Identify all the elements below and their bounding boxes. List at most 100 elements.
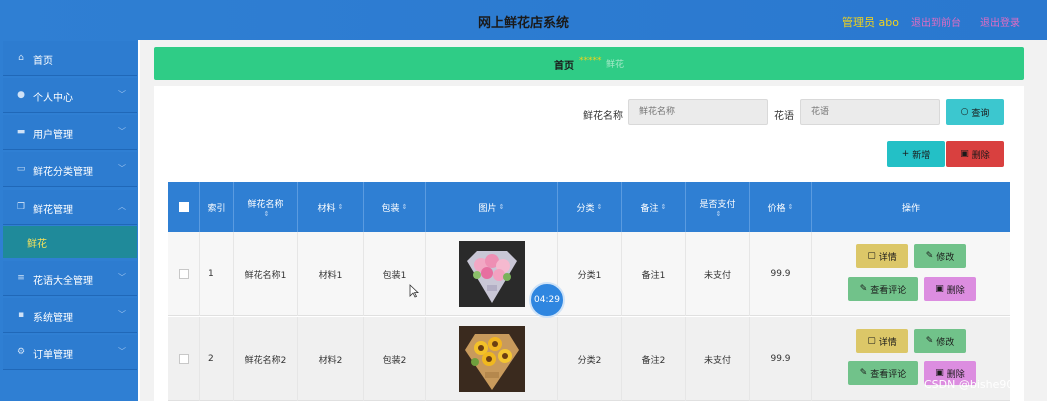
chevron-down-icon: ﹀ [118, 347, 126, 356]
header-note[interactable]: 备注 ⇕ [622, 182, 686, 232]
cell-material: 材料2 [298, 317, 364, 401]
chevron-down-icon: ﹀ [118, 90, 126, 99]
row-checkbox[interactable] [178, 354, 189, 364]
sort-icon: ⇕ [337, 203, 344, 211]
cell-price: 99.9 [750, 317, 812, 401]
flower-language-label: 花语 [774, 111, 794, 122]
header-label: 图片 [478, 203, 497, 214]
sidebar-item-label: 花语大全管理 [33, 276, 93, 287]
breadcrumb-home[interactable]: 首页 [554, 57, 574, 72]
trash-icon: ▣ [935, 368, 944, 378]
flower-bouquet-image-1[interactable] [458, 241, 525, 307]
row-checkbox[interactable] [178, 269, 189, 279]
detail-button[interactable]: ▢ 详情 [856, 244, 908, 268]
header-price[interactable]: 价格 ⇕ [750, 182, 812, 232]
header-label: 分类 [576, 203, 595, 214]
edit-button[interactable]: ✎ 修改 [914, 244, 966, 268]
query-button-label: 查询 [971, 108, 990, 119]
sidebar-item-personal-center[interactable]: ● 个人中心 ﹀ [3, 78, 137, 113]
sidebar-item-home[interactable]: ⌂ 首页 [3, 41, 137, 76]
header-package[interactable]: 包装 ⇕ [364, 182, 426, 232]
delete-button-label: 删除 [971, 150, 990, 161]
cell-actions [812, 232, 1010, 316]
breadcrumb-current: 鲜花 [606, 60, 625, 70]
cell-note: 备注2 [622, 317, 686, 401]
chevron-up-icon: ︿ [118, 202, 126, 211]
pencil-icon: ✎ [925, 336, 934, 346]
edit-button[interactable]: ✎ 修改 [914, 329, 966, 353]
sidebar-subitem-flower[interactable]: 鲜花 [3, 226, 137, 258]
row-select-cell [168, 232, 200, 316]
cell-index: 1 [200, 232, 234, 316]
cell-package: 包装1 [364, 232, 426, 316]
cell-material: 材料1 [298, 232, 364, 316]
detail-button-label: 详情 [878, 337, 897, 348]
header-label: 鲜花名称 [247, 199, 284, 210]
add-button[interactable]: + 新增 [887, 141, 945, 167]
query-button[interactable]: ○ 查询 [946, 99, 1004, 125]
table-header: 索引 鲜花名称 ⇕ 材料 ⇕ 包装 ⇕ 图片 ⇕ 分类 ⇕ 备注 ⇕ 是否支付 ⇕ 价格 ⇕ 操… [168, 182, 1010, 232]
chevron-down-icon: ﹀ [118, 164, 126, 173]
delete-button[interactable]: ▣ 删除 [946, 141, 1004, 167]
header-name[interactable]: 鲜花名称 ⇕ [234, 182, 298, 232]
sidebar-item-label: 订单管理 [33, 350, 73, 361]
sort-icon: ⇕ [787, 203, 794, 211]
detail-button[interactable]: ▢ 详情 [856, 329, 908, 353]
cell-note: 备注1 [622, 232, 686, 316]
header-index[interactable]: 索引 [200, 182, 234, 232]
table-row: 2 鲜花名称2 材料2 包装2 分类2 备注2 未支付 99.9 ▢ 详情 ✎ 修改… [168, 317, 1010, 401]
sidebar-item-user-management[interactable]: ▬ 用户管理 ﹀ [3, 115, 137, 150]
view-comments-button[interactable]: ✎ 查看评论 [848, 361, 918, 385]
sidebar-item-order-management[interactable]: ⚙ 订单管理 ﹀ [3, 335, 137, 370]
header-image[interactable]: 图片 ⇕ [426, 182, 558, 232]
sort-icon: ⇕ [263, 209, 270, 218]
current-user: 管理员 abo [842, 16, 899, 29]
flower-name-input[interactable] [628, 99, 768, 125]
row-delete-label: 删除 [946, 285, 965, 296]
header-label: 索引 [207, 203, 226, 214]
plus-icon: + [901, 149, 910, 159]
view-comments-button[interactable]: ✎ 查看评论 [848, 277, 918, 301]
sort-icon: ⇕ [401, 203, 408, 211]
top-header: 网上鲜花店系统 管理员 abo 退出到前台 退出登录 [0, 0, 1047, 40]
add-button-label: 新增 [912, 150, 931, 161]
view-comments-label: 查看评论 [870, 369, 907, 380]
flower-bouquet-image-2[interactable] [458, 326, 525, 392]
sort-icon: ⇕ [715, 209, 722, 218]
flower-language-input[interactable] [800, 99, 940, 125]
cell-name: 鲜花名称2 [234, 317, 298, 401]
select-all-checkbox[interactable] [178, 202, 189, 212]
copy-icon: ❐ [16, 202, 26, 212]
logout-link[interactable]: 退出登录 [980, 14, 1020, 29]
sidebar-item-category-management[interactable]: ▭ 鲜花分类管理 ﹀ [3, 152, 137, 187]
view-comments-label: 查看评论 [870, 285, 907, 296]
header-label: 价格 [767, 203, 786, 214]
sidebar-item-label: 个人中心 [33, 93, 73, 104]
row-select-cell [168, 317, 200, 401]
sidebar-item-flower-management[interactable]: ❐ 鲜花管理 ︿ [3, 190, 137, 225]
row-delete-button[interactable]: ▣ 删除 [924, 277, 976, 301]
search-icon: ○ [960, 107, 969, 117]
recording-timer: 04:29 [529, 282, 565, 318]
sidebar: ⌂ 首页 ● 个人中心 ﹀ ▬ 用户管理 ﹀ ▭ 鲜花分类管理 ﹀ ❐ 鲜花管理… [0, 40, 138, 401]
header-paid[interactable]: 是否支付 ⇕ [686, 182, 750, 232]
chevron-down-icon: ﹀ [118, 127, 126, 136]
sidebar-item-label: 鲜花 [27, 239, 47, 250]
header-label: 操作 [901, 203, 920, 214]
sidebar-item-system-management[interactable]: ▪ 系统管理 ﹀ [3, 298, 137, 333]
header-category[interactable]: 分类 ⇕ [558, 182, 622, 232]
cell-price: 99.9 [750, 232, 812, 316]
pencil-icon: ✎ [859, 368, 868, 378]
cell-image [426, 317, 558, 401]
sidebar-item-flower-language[interactable]: ≡ 花语大全管理 ﹀ [3, 261, 137, 296]
cell-name: 鲜花名称1 [234, 232, 298, 316]
header-material[interactable]: 材料 ⇕ [298, 182, 364, 232]
user-icon: ● [17, 90, 25, 100]
list-icon: ≡ [17, 273, 25, 283]
sidebar-item-label: 用户管理 [33, 130, 73, 141]
pencil-icon: ✎ [925, 251, 934, 261]
sidebar-item-label: 鲜花管理 [33, 205, 73, 216]
sort-icon: ⇕ [498, 203, 505, 211]
back-to-front-link[interactable]: 退出到前台 [911, 14, 961, 29]
header-label: 材料 [317, 203, 336, 214]
